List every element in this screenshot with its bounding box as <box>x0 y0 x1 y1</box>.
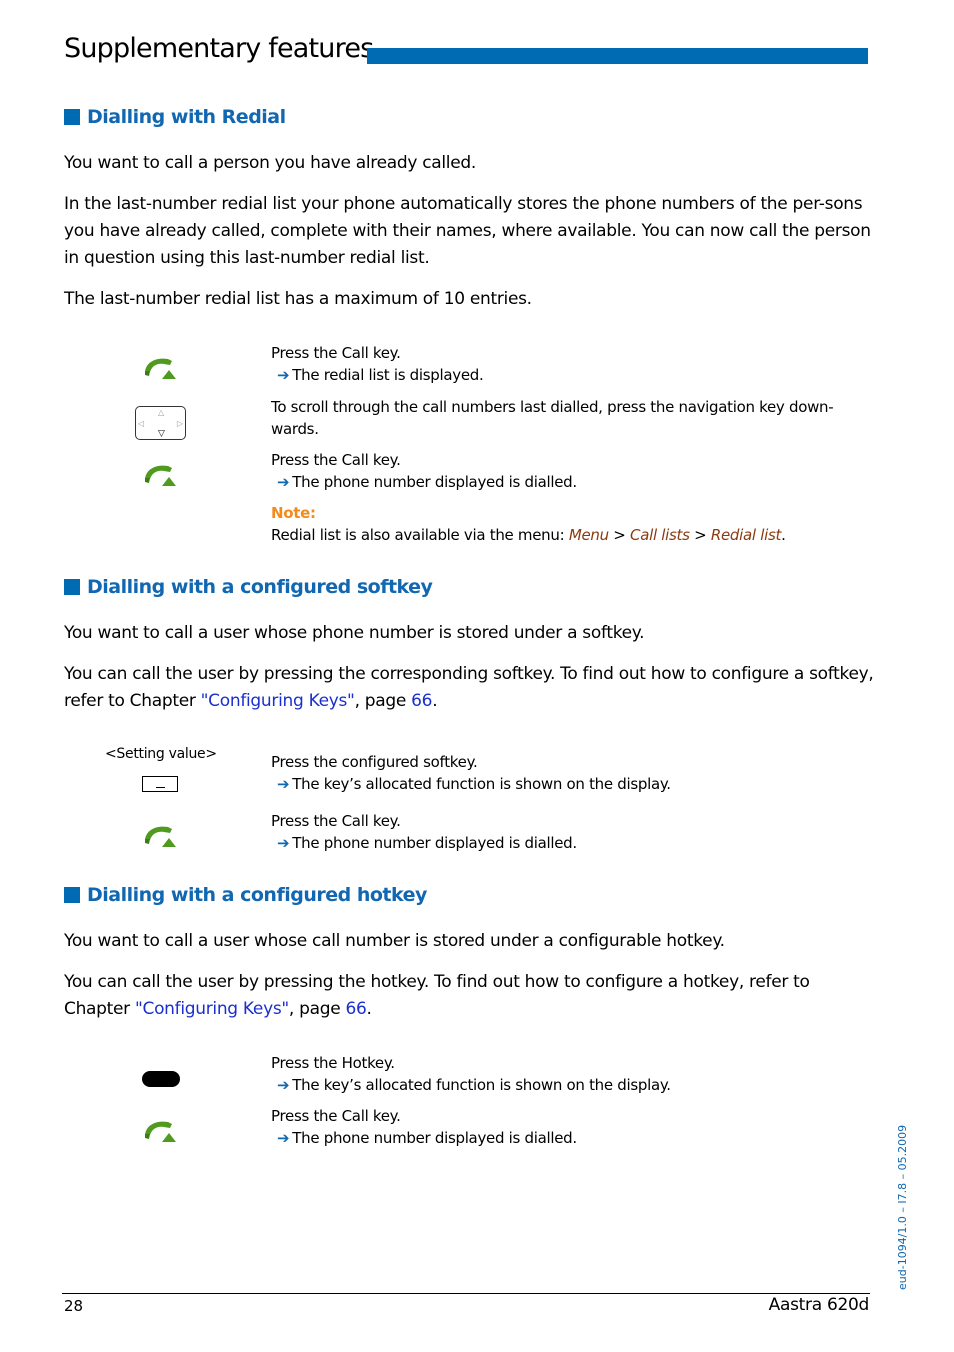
title-accent-bar <box>367 48 868 64</box>
step-hotkey-2: Press the Call key. ➔ The phone number di… <box>271 1105 861 1149</box>
heading-square-icon <box>64 579 80 595</box>
ref-text: , page <box>354 691 412 711</box>
footer-divider <box>62 1293 870 1294</box>
menu-path-item: Menu <box>568 526 609 544</box>
step-result: ➔ The key’s allocated function is shown o… <box>271 773 861 795</box>
result-arrow-icon: ➔ <box>277 473 290 491</box>
step-result: ➔ The key’s allocated function is shown o… <box>271 1074 861 1096</box>
step-redial-2: To scroll through the call numbers last … <box>271 398 834 438</box>
paragraph: You want to call a user whose phone numb… <box>64 623 645 643</box>
nav-left-icon: ◁ <box>138 419 145 428</box>
reference-paragraph: You can call the user by pressing the ho… <box>64 969 874 1023</box>
heading-square-icon <box>64 109 80 125</box>
step-redial-1: Press the Call key. ➔ The redial list is … <box>271 342 861 386</box>
nav-up-icon: △ <box>158 408 165 417</box>
path-separator: > <box>608 526 631 544</box>
reference-paragraph: You can call the user by pressing the co… <box>64 661 874 715</box>
section-heading-text: Dialling with Redial <box>87 106 286 128</box>
step-result: ➔ The phone number displayed is dialled. <box>271 832 861 854</box>
ref-text: . <box>432 691 438 711</box>
step-text: Press the Call key. <box>271 451 401 469</box>
chapter-link[interactable]: "Configuring Keys" <box>135 999 289 1019</box>
hotkey-icon <box>142 1071 180 1087</box>
nav-right-icon: ▷ <box>176 419 183 428</box>
page-title: Supplementary features <box>64 33 374 64</box>
page-link[interactable]: 66 <box>345 999 366 1019</box>
call-key-icon <box>145 826 176 847</box>
setting-value-label: <Setting value> <box>105 746 217 762</box>
path-separator: > <box>689 526 711 544</box>
note-label: Note: <box>271 504 316 522</box>
result-arrow-icon: ➔ <box>277 1129 290 1147</box>
step-result-text: The key’s allocated function is shown on… <box>292 775 671 793</box>
call-key-icon <box>145 1121 176 1142</box>
result-arrow-icon: ➔ <box>277 1076 290 1094</box>
step-result-text: The redial list is displayed. <box>292 366 484 384</box>
step-softkey-2: Press the Call key. ➔ The phone number di… <box>271 810 861 854</box>
note: Note: Redial list is also available via … <box>271 502 861 546</box>
paragraph: You want to call a user whose call numbe… <box>64 931 725 951</box>
nav-down-icon: ▽ <box>158 429 165 439</box>
paragraph: In the last-number redial list your phon… <box>64 194 871 268</box>
section-heading-text: Dialling with a configured softkey <box>87 576 433 598</box>
step-redial-3: Press the Call key. ➔ The phone number di… <box>271 449 861 493</box>
note-text: Redial list is also available via the me… <box>271 524 861 546</box>
menu-path-item: Call lists <box>630 526 690 544</box>
section-heading-hotkey: Dialling with a configured hotkey <box>64 884 427 906</box>
result-arrow-icon: ➔ <box>277 366 290 384</box>
step-text: Press the Call key. <box>271 1107 401 1125</box>
call-key-icon <box>145 465 176 486</box>
result-arrow-icon: ➔ <box>277 834 290 852</box>
step-text: Press the Call key. <box>271 344 401 362</box>
ref-text: , page <box>288 999 346 1019</box>
ref-text: . <box>366 999 372 1019</box>
page-link[interactable]: 66 <box>411 691 432 711</box>
step-result-text: The phone number displayed is dialled. <box>292 834 577 852</box>
step-result-text: The phone number displayed is dialled. <box>292 1129 577 1147</box>
navigation-key-icon: △ ◁ ▷ ▽ <box>135 406 186 440</box>
step-text: Press the configured softkey. <box>271 753 478 771</box>
section-heading-text: Dialling with a configured hotkey <box>87 884 427 906</box>
softkey-icon <box>142 776 178 792</box>
step-softkey-1: Press the configured softkey. ➔ The key’s… <box>271 751 861 795</box>
section-heading-redial: Dialling with Redial <box>64 106 286 128</box>
section-heading-softkey: Dialling with a configured softkey <box>64 576 433 598</box>
page-number: 28 <box>64 1297 84 1315</box>
paragraph: You want to call a person you have alrea… <box>64 153 476 173</box>
call-key-icon <box>145 358 176 379</box>
product-name: Aastra 620d <box>768 1295 870 1315</box>
document-id: eud-1094/1.0 – I7.8 – 05.2009 <box>896 1124 909 1290</box>
step-text: Press the Hotkey. <box>271 1054 395 1072</box>
step-result-text: The phone number displayed is dialled. <box>292 473 577 491</box>
step-result-text: The key’s allocated function is shown on… <box>292 1076 671 1094</box>
result-arrow-icon: ➔ <box>277 775 290 793</box>
heading-square-icon <box>64 887 80 903</box>
ref-text: You can call the user by pressing the co… <box>64 664 874 711</box>
step-result: ➔ The redial list is displayed. <box>271 364 861 386</box>
step-result: ➔ The phone number displayed is dialled. <box>271 471 861 493</box>
chapter-link[interactable]: "Configuring Keys" <box>201 691 355 711</box>
step-text: Press the Call key. <box>271 812 401 830</box>
step-result: ➔ The phone number displayed is dialled. <box>271 1127 861 1149</box>
menu-path-item: Redial list <box>710 526 782 544</box>
note-suffix: . <box>781 526 786 544</box>
paragraph: The last-number redial list has a maximu… <box>64 289 532 309</box>
step-hotkey-1: Press the Hotkey. ➔ The key’s allocated f… <box>271 1052 861 1096</box>
note-prefix: Redial list is also available via the me… <box>271 526 569 544</box>
